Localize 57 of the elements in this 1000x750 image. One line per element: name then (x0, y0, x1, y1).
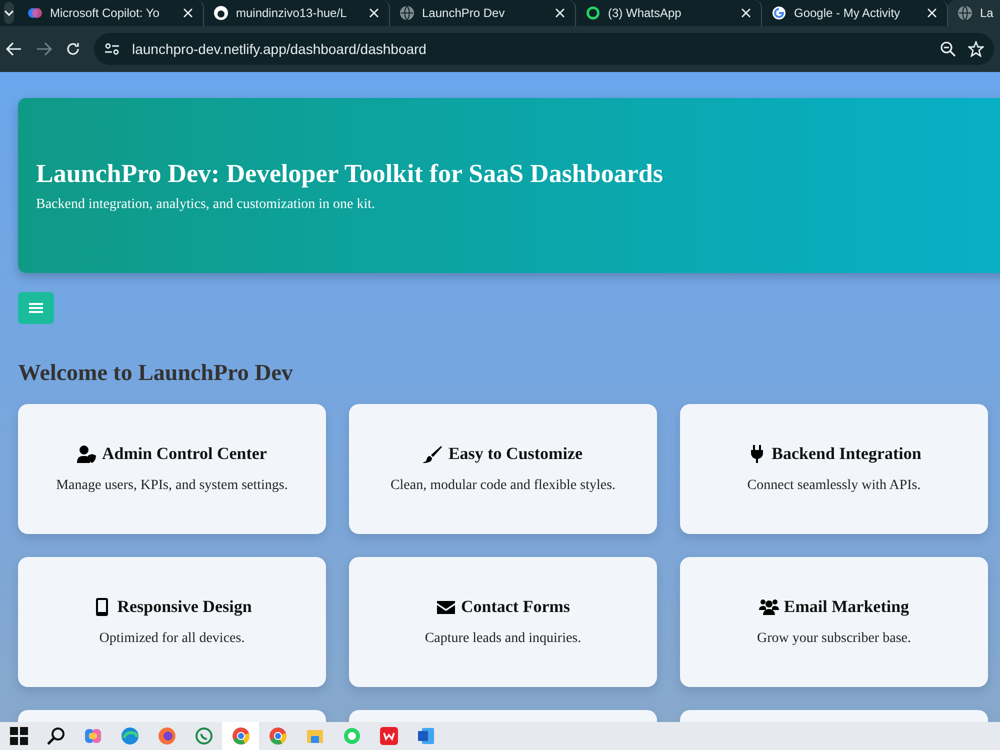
swirl-icon (28, 6, 42, 20)
users-icon (758, 598, 779, 616)
tab-title: La (980, 6, 994, 20)
bookmark-star-icon[interactable] (968, 41, 984, 57)
close-icon[interactable] (927, 8, 937, 18)
close-icon[interactable] (741, 8, 751, 18)
user-shield-icon (77, 445, 98, 463)
tab-list-button[interactable] (4, 2, 14, 24)
card-title: Backend Integration (772, 444, 922, 464)
tab-title: (3) WhatsApp (608, 6, 682, 20)
paintbrush-icon (423, 445, 444, 463)
windows-start-icon[interactable] (10, 727, 28, 745)
swirl-icon[interactable] (84, 727, 102, 745)
hero-title: LaunchPro Dev: Developer Toolkit for SaaS Dashboards (36, 158, 663, 188)
card-description: Clean, modular code and flexible styles. (390, 478, 616, 494)
card-description: Connect seamlessly with APIs. (747, 478, 921, 494)
reload-icon[interactable] (66, 42, 80, 56)
browser-icon[interactable] (232, 727, 250, 745)
chat-icon (586, 6, 600, 20)
card-title: Contact Forms (460, 597, 570, 617)
document-icon[interactable] (416, 727, 434, 745)
chevron-down-icon (4, 10, 14, 16)
close-icon[interactable] (555, 8, 565, 18)
menu-icon (29, 302, 43, 314)
multicolor-ring-icon (772, 6, 786, 20)
card-description: Manage users, KPIs, and system settings. (56, 478, 288, 494)
back-arrow-icon[interactable] (6, 42, 22, 56)
wave-icon[interactable] (120, 727, 138, 745)
chat-bubble-icon[interactable] (194, 727, 212, 745)
app-tile-icon[interactable] (380, 727, 398, 745)
browser-icon[interactable] (268, 727, 286, 745)
globe-icon (958, 6, 972, 20)
zoom-icon[interactable] (940, 41, 956, 57)
card-title: Admin Control Center (102, 444, 267, 464)
card-description: Grow your subscriber base. (757, 631, 911, 647)
card-title: Easy to Customize (448, 444, 583, 464)
forward-arrow-icon[interactable] (36, 42, 52, 56)
card-title: Email Marketing (784, 597, 910, 617)
url-text: launchpro-dev.netlify.app/dashboard/dashboard (132, 41, 428, 57)
tab-title: muindinzivo13-hue/L (236, 6, 348, 20)
hero-subtitle: Backend integration, analytics, and customization in one kit. (36, 196, 376, 212)
tab-title: Microsoft Copilot: Yo (50, 6, 160, 20)
address-bar[interactable]: launchpro-dev.netlify.app/dashboard/dashboard (94, 33, 994, 65)
tab-title: LaunchPro Dev (422, 6, 506, 20)
section-heading: Welcome to LaunchPro Dev (18, 360, 293, 386)
close-icon[interactable] (183, 8, 193, 18)
globe-icon (400, 6, 414, 20)
site-settings-icon[interactable] (104, 42, 120, 56)
close-icon[interactable] (369, 8, 379, 18)
search-icon[interactable] (46, 727, 64, 745)
card-title: Responsive Design (117, 597, 252, 617)
browser-tab[interactable]: La (948, 0, 1000, 26)
card-description: Optimized for all devices. (99, 631, 245, 647)
card-description: Capture leads and inquiries. (424, 631, 582, 647)
folder-icon[interactable] (306, 727, 324, 745)
envelope-icon (436, 598, 456, 616)
tab-title: Google - My Activity (794, 6, 902, 20)
